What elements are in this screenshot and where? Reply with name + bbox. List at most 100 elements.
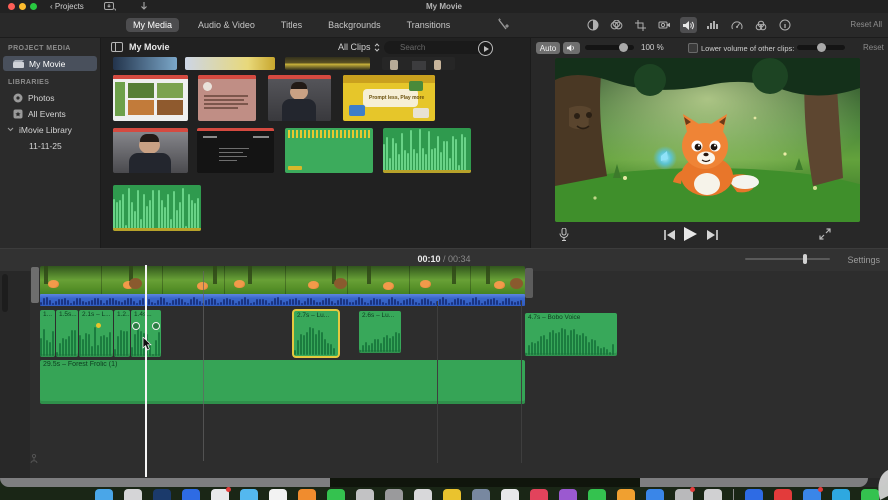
filmstrip-frame[interactable] [40, 266, 102, 297]
lower-volume-slider-knob[interactable] [817, 43, 826, 52]
browser-play-icon[interactable] [478, 41, 493, 56]
media-thumbnail[interactable] [383, 128, 471, 173]
media-thumbnail[interactable] [285, 57, 370, 70]
mute-button[interactable] [563, 42, 580, 54]
dock-app-icon[interactable] [443, 489, 461, 500]
search-input[interactable] [384, 41, 492, 54]
filmstrip-frame[interactable] [163, 266, 225, 297]
dock-app-icon[interactable] [588, 489, 606, 500]
lower-volume-checkbox[interactable] [688, 43, 698, 53]
dock-app-icon[interactable] [501, 489, 519, 500]
dock-app-icon[interactable] [414, 489, 432, 500]
color-correction-icon[interactable] [608, 17, 625, 33]
audio-clip-selected[interactable]: 2.7s – Lu... [294, 311, 338, 356]
dock-app-icon[interactable] [95, 489, 113, 500]
audio-clip[interactable]: 2.1s – L... [79, 310, 113, 357]
media-thumbnail[interactable] [185, 57, 275, 70]
tab-audio-video[interactable]: Audio & Video [191, 18, 262, 32]
dock-app-icon[interactable] [211, 487, 231, 500]
next-frame-icon[interactable] [707, 230, 718, 240]
video-preview[interactable] [555, 58, 860, 222]
filmstrip-frame[interactable] [101, 266, 164, 297]
dock-app-icon[interactable] [240, 489, 258, 500]
dock-app-icon[interactable] [472, 489, 490, 500]
dock-app-icon[interactable] [559, 489, 577, 500]
volume-handle[interactable] [132, 322, 140, 330]
media-thumbnail[interactable] [113, 57, 177, 70]
keyframe-dot[interactable] [96, 323, 101, 328]
auto-volume-button[interactable]: Auto [536, 42, 560, 54]
media-thumbnail[interactable] [113, 75, 188, 121]
filmstrip-frame[interactable] [224, 266, 287, 297]
dock-app-icon[interactable] [832, 489, 850, 500]
timeline-zoom-slider[interactable] [745, 254, 830, 264]
tab-titles[interactable]: Titles [274, 18, 309, 32]
filmstrip-frame[interactable] [471, 266, 525, 297]
play-icon[interactable] [684, 227, 697, 241]
media-thumbnail[interactable] [285, 128, 373, 173]
clip-filter-icon[interactable] [752, 17, 769, 33]
dock-app-icon[interactable] [675, 487, 695, 500]
dock-app-icon[interactable] [385, 489, 403, 500]
panel-toggle-icon[interactable] [111, 42, 123, 52]
volume-slider[interactable] [585, 43, 634, 52]
dock-app-icon[interactable] [269, 489, 287, 500]
audio-clip[interactable]: 4.7s – Bobo Voice [525, 313, 617, 356]
filmstrip-frame[interactable] [286, 266, 348, 297]
stabilization-icon[interactable] [656, 17, 673, 33]
filmstrip-frame[interactable] [409, 266, 472, 297]
dock-app-icon[interactable] [182, 489, 200, 500]
color-balance-icon[interactable] [584, 17, 601, 33]
playhead[interactable] [145, 265, 147, 477]
speed-icon[interactable] [728, 17, 745, 33]
background-music-clip[interactable]: 29.5s – Forest Frolic (1) [40, 360, 525, 404]
crop-icon[interactable] [632, 17, 649, 33]
dock-app-icon[interactable] [704, 489, 722, 500]
dock-app-icon[interactable] [124, 489, 142, 500]
dock-app-icon[interactable] [298, 489, 316, 500]
media-thumbnail[interactable] [197, 128, 274, 173]
volume-handle[interactable] [152, 322, 160, 330]
clip-trim-handle-left[interactable] [31, 267, 39, 303]
timeline-vertical-scrollbar[interactable] [2, 274, 8, 312]
filmstrip[interactable] [40, 266, 525, 297]
audio-clip[interactable]: 1.5s... [56, 310, 78, 357]
tab-backgrounds[interactable]: Backgrounds [321, 18, 388, 32]
audio-clip[interactable]: 1.2... [114, 310, 130, 357]
volume-icon[interactable] [680, 17, 697, 33]
sidebar-item-photos[interactable]: Photos [3, 90, 97, 105]
dock-app-icon[interactable] [774, 489, 792, 500]
audio-clip[interactable]: 1... [40, 310, 55, 357]
timeline-hscrollbar-gap[interactable] [330, 478, 640, 487]
media-thumbnail[interactable] [198, 75, 256, 121]
reset-all-button[interactable]: Reset All [850, 20, 882, 29]
lower-volume-slider[interactable] [797, 43, 845, 52]
previous-frame-icon[interactable] [664, 230, 675, 240]
dock-app-icon[interactable] [617, 489, 635, 500]
clip-information-icon[interactable] [776, 17, 793, 33]
all-clips-dropdown[interactable]: All Clips [338, 42, 380, 52]
record-voiceover-icon[interactable] [559, 228, 569, 242]
sidebar-item-imovie-library[interactable]: iMovie Library [3, 122, 97, 137]
dock-app-icon[interactable] [327, 489, 345, 500]
media-thumbnail[interactable]: Prompt less, Play more [343, 75, 435, 121]
dock-app-icon[interactable] [745, 489, 763, 500]
media-thumbnail[interactable] [113, 185, 201, 231]
sidebar-item-all-events[interactable]: All Events [3, 106, 97, 121]
tab-my-media[interactable]: My Media [126, 18, 180, 32]
dock-app-icon[interactable] [803, 487, 823, 500]
noise-reduction-icon[interactable] [704, 17, 721, 33]
timeline-settings-button[interactable]: Settings [847, 255, 880, 265]
timeline-zoom-knob[interactable] [803, 254, 807, 264]
dock-app-icon[interactable] [530, 489, 548, 500]
reset-button[interactable]: Reset [863, 43, 884, 52]
media-thumbnail[interactable] [113, 128, 188, 173]
volume-slider-knob[interactable] [619, 43, 628, 52]
tab-transitions[interactable]: Transitions [400, 18, 458, 32]
media-thumbnail[interactable] [382, 57, 455, 70]
sidebar-item-event-date[interactable]: 11-11-25 [3, 138, 97, 153]
audio-clip[interactable]: 2.6s – Lu... [359, 311, 401, 353]
dock-app-icon[interactable] [153, 489, 171, 500]
enhance-wand-icon[interactable] [497, 18, 510, 31]
media-thumbnail[interactable] [268, 75, 331, 121]
